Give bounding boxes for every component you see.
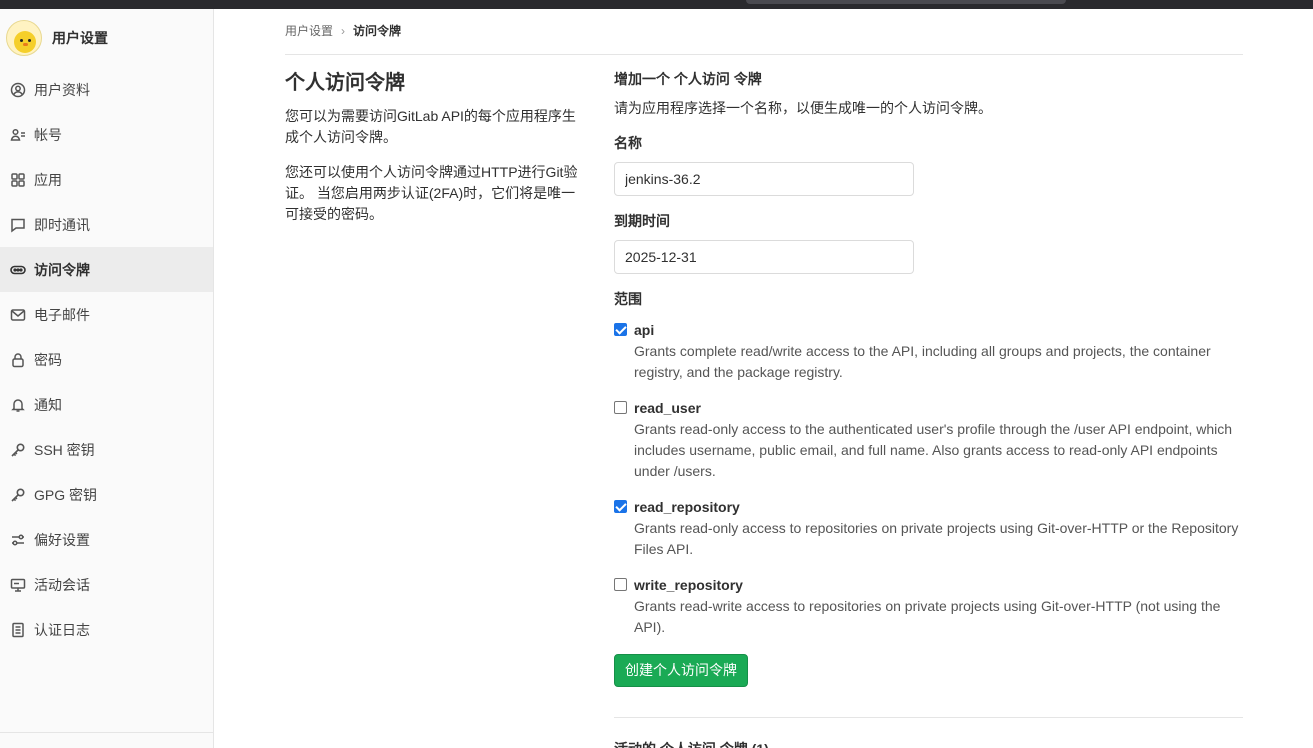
sidebar-item-preferences[interactable]: 偏好设置 [0, 517, 213, 562]
scope-name[interactable]: write_repository [634, 575, 1244, 595]
sidebar-item-label: 活动会话 [34, 576, 90, 593]
sidebar-item-label: 用户资料 [34, 81, 90, 98]
name-label: 名称 [614, 135, 642, 151]
scope-name[interactable]: read_repository [634, 497, 1244, 517]
scopes-label: 范围 [614, 291, 642, 307]
intro-paragraph: 您可以为需要访问GitLab API的每个应用程序生成个人访问令牌。 [285, 108, 576, 145]
breadcrumb-separator: › [341, 23, 346, 38]
sidebar-footer [0, 732, 213, 748]
scope-description: Grants read-only access to the authentic… [634, 421, 1233, 479]
settings-sidebar: 用户设置 用户资料 帐号 应用 即时通讯 访问令牌 电子邮件 密码 通知 SSH… [0, 9, 214, 748]
scope-name[interactable]: api [634, 320, 1244, 340]
section-divider [614, 717, 1243, 718]
sidebar-item-account[interactable]: 帐号 [0, 112, 213, 157]
monitor-icon [10, 577, 26, 593]
create-token-button[interactable]: 创建个人访问令牌 [614, 654, 748, 687]
token-name-input[interactable] [614, 162, 914, 196]
form-heading: 增加一个 个人访问 令牌 [614, 71, 762, 87]
mail-icon [10, 307, 26, 323]
breadcrumb-divider [285, 54, 1243, 55]
lock-icon [10, 352, 26, 368]
avatar [6, 19, 42, 56]
sidebar-item-label: 通知 [34, 396, 62, 413]
account-icon [10, 127, 26, 143]
sidebar-item-label: 应用 [34, 171, 62, 188]
sidebar-item-profile[interactable]: 用户资料 [0, 67, 213, 112]
top-navbar [0, 0, 1313, 9]
sidebar-item-label: SSH 密钥 [34, 441, 95, 458]
intro-column: 个人访问令牌 您可以为需要访问GitLab API的每个应用程序生成个人访问令牌… [285, 68, 585, 239]
scope-api: api Grants complete read/write access to… [614, 320, 1244, 383]
sidebar-item-applications[interactable]: 应用 [0, 157, 213, 202]
scope-write-repository-checkbox[interactable] [614, 578, 627, 591]
sidebar-item-emails[interactable]: 电子邮件 [0, 292, 213, 337]
chat-icon [10, 217, 26, 233]
sidebar-item-label: 认证日志 [34, 621, 90, 638]
applications-icon [10, 172, 26, 188]
sidebar-item-label: 偏好设置 [34, 531, 90, 548]
sidebar-item-ssh-keys[interactable]: SSH 密钥 [0, 427, 213, 472]
sidebar-item-label: 密码 [34, 351, 62, 368]
expires-label: 到期时间 [614, 213, 670, 229]
scope-read-user: read_user Grants read-only access to the… [614, 398, 1244, 482]
sidebar-item-active-sessions[interactable]: 活动会话 [0, 562, 213, 607]
scope-description: Grants complete read/write access to the… [634, 343, 1211, 380]
scope-write-repository: write_repository Grants read-write acces… [614, 575, 1244, 638]
key-icon [10, 442, 26, 458]
breadcrumb-parent[interactable]: 用户设置 [285, 22, 333, 39]
sidebar-item-auth-log[interactable]: 认证日志 [0, 607, 213, 652]
sidebar-item-chat[interactable]: 即时通讯 [0, 202, 213, 247]
form-subheading: 请为应用程序选择一个名称，以便生成唯一的个人访问令牌。 [614, 100, 992, 116]
scope-read-user-checkbox[interactable] [614, 401, 627, 414]
breadcrumb: 用户设置 › 访问令牌 [285, 22, 401, 39]
new-token-form: 增加一个 个人访问 令牌 请为应用程序选择一个名称，以便生成唯一的个人访问令牌。… [614, 68, 1244, 687]
sidebar-item-password[interactable]: 密码 [0, 337, 213, 382]
bell-icon [10, 397, 26, 413]
sidebar-nav: 用户资料 帐号 应用 即时通讯 访问令牌 电子邮件 密码 通知 SSH 密钥 G… [0, 67, 213, 652]
sidebar-item-label: 电子邮件 [34, 306, 90, 323]
sidebar-header[interactable]: 用户设置 [0, 9, 213, 66]
key-icon [10, 487, 26, 503]
active-tokens-heading: 活动的 个人访问 令牌 (1) [614, 739, 769, 748]
preferences-icon [10, 532, 26, 548]
scope-read-repository: read_repository Grants read-only access … [614, 497, 1244, 560]
scope-description: Grants read-only access to repositories … [634, 520, 1239, 557]
sidebar-item-label: 即时通讯 [34, 216, 90, 233]
sidebar-item-gpg-keys[interactable]: GPG 密钥 [0, 472, 213, 517]
intro-paragraph: 您还可以使用个人访问令牌通过HTTP进行Git验证。 当您启用两步认证(2FA)… [285, 164, 578, 222]
profile-icon [10, 82, 26, 98]
expires-at-input[interactable] [614, 240, 914, 274]
sidebar-item-label: 访问令牌 [34, 261, 90, 278]
scope-read-repository-checkbox[interactable] [614, 500, 627, 513]
search-box[interactable] [746, 0, 1066, 4]
sidebar-item-label: GPG 密钥 [34, 486, 98, 503]
sidebar-item-access-tokens[interactable]: 访问令牌 [0, 247, 213, 292]
scope-description: Grants read-write access to repositories… [634, 598, 1221, 635]
sidebar-title: 用户设置 [52, 29, 108, 46]
scope-api-checkbox[interactable] [614, 323, 627, 336]
scope-name[interactable]: read_user [634, 398, 1244, 418]
breadcrumb-current[interactable]: 访问令牌 [353, 22, 401, 39]
log-icon [10, 622, 26, 638]
sidebar-item-label: 帐号 [34, 126, 62, 143]
sidebar-item-notifications[interactable]: 通知 [0, 382, 213, 427]
page-title: 个人访问令牌 [285, 72, 405, 94]
token-icon [10, 262, 26, 278]
